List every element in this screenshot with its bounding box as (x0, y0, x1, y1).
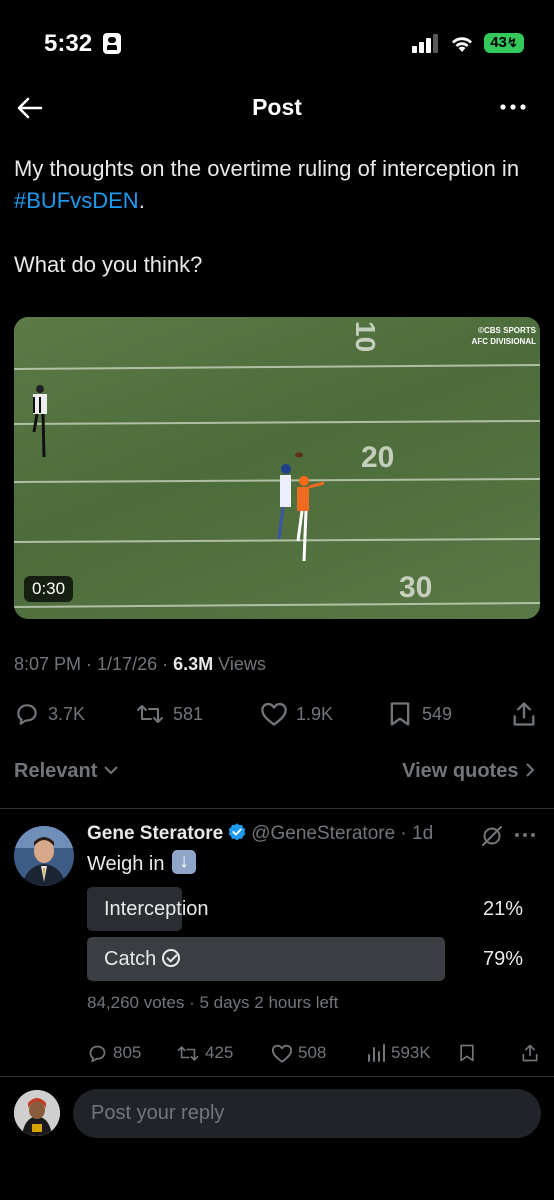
reply-composer[interactable] (73, 1089, 541, 1138)
heart-icon (261, 702, 287, 726)
reply-repost-count: 425 (205, 1043, 234, 1062)
view-quotes-link[interactable]: View quotes (402, 760, 536, 783)
like-button[interactable]: 1.9K (260, 696, 333, 732)
heart-icon (271, 1044, 293, 1063)
repost-icon (137, 705, 163, 723)
check-circle-icon (162, 949, 181, 967)
hashtag-link[interactable]: #BUFvsDEN (14, 188, 139, 213)
wifi-icon (452, 37, 472, 52)
poll-meta: 84,260 votes · 5 days 2 hours left (87, 993, 339, 1012)
poll-percent: 79% (482, 948, 523, 970)
poll-option-interception: Interception 21% (87, 887, 537, 931)
more-options-icon[interactable] (495, 92, 531, 122)
bookmark-button[interactable]: 549 (386, 696, 452, 732)
poll-option-text: Catch (104, 948, 157, 970)
reply-author-name[interactable]: Gene Steratore (87, 823, 223, 844)
poll-time-left: 5 days 2 hours left (199, 993, 339, 1012)
reply-reply-button[interactable]: 805 (87, 1040, 141, 1066)
share-button[interactable] (510, 696, 546, 732)
bookmark-icon (460, 1044, 474, 1062)
reply-text: Weigh in (87, 850, 197, 876)
page-title: Post (252, 94, 302, 120)
analytics-icon (368, 1044, 385, 1062)
poll-option-catch: Catch 79% (87, 937, 537, 981)
svg-text:30: 30 (399, 571, 432, 604)
repost-button[interactable]: 581 (135, 696, 203, 732)
broadcaster-label: ©CBS SPORTS (478, 326, 536, 335)
tweet-text-body: My thoughts on the overtime ruling of in… (14, 156, 520, 181)
bookmark-count: 549 (422, 703, 453, 724)
my-avatar[interactable] (14, 1090, 60, 1136)
verified-badge-icon (228, 823, 246, 841)
poll-option-label: Interception (104, 898, 209, 920)
video-duration: 0:30 (24, 576, 74, 602)
view-count: 6.3M (173, 654, 214, 674)
sort-label: Relevant (14, 760, 98, 782)
reply-author-handle[interactable]: @GeneSteratore (251, 823, 395, 844)
tweet-meta: 8:07 PM · 1/17/26 · 6.3M Views (14, 654, 266, 674)
focus-person-icon (103, 33, 121, 54)
status-time: 5:32 (44, 30, 93, 57)
repost-count: 581 (173, 703, 204, 724)
reply-actions: 805 425 508 593K (0, 1040, 554, 1068)
reply-like-button[interactable]: 508 (271, 1040, 326, 1066)
reply-view-count: 593K (391, 1043, 431, 1062)
poll-percent: 21% (482, 898, 523, 920)
share-icon (513, 702, 535, 726)
reply-bookmark-button[interactable] (457, 1040, 482, 1066)
chevron-right-icon (526, 763, 535, 777)
like-count: 1.9K (296, 703, 334, 724)
status-bar: 5:32 43↯ (0, 0, 554, 80)
video-frame: 10 20 30 (14, 321, 540, 608)
my-avatar-image (14, 1090, 60, 1136)
svg-text:10: 10 (350, 321, 381, 352)
down-arrow-emoji-icon (172, 850, 197, 874)
bookmark-icon (390, 702, 410, 726)
poll-option-label: Catch (104, 937, 181, 981)
share-icon (522, 1044, 538, 1062)
views-label[interactable]: Views (218, 654, 266, 674)
tweet-text: My thoughts on the overtime ruling of in… (14, 153, 544, 217)
reply-input[interactable] (91, 1089, 521, 1138)
reply-count: 3.7K (48, 703, 86, 724)
svg-text:20: 20 (361, 441, 394, 474)
chevron-down-icon (104, 766, 118, 775)
divider (0, 808, 554, 809)
tweet-time: 8:07 PM (14, 654, 82, 674)
divider (0, 1076, 554, 1077)
reply-button[interactable]: 3.7K (14, 696, 85, 732)
tweet-actions: 3.7K 581 1.9K 549 (0, 696, 554, 736)
reply-age: 1d (412, 823, 434, 844)
battery-icon: 43↯ (484, 33, 524, 53)
reply-text-body: Weigh in (87, 853, 165, 875)
tweet-text-end: . (138, 188, 145, 213)
reply-icon (17, 704, 37, 725)
cellular-signal-icon (412, 33, 442, 53)
repost-icon (177, 1045, 199, 1061)
reply-separator: · (395, 823, 413, 844)
avatar-image (14, 826, 74, 886)
top-bar: Post (0, 80, 554, 136)
grok-icon[interactable] (480, 824, 504, 848)
reply-reply-count: 805 (113, 1043, 142, 1062)
broadcast-subtitle: AFC DIVISIONAL (471, 337, 536, 346)
view-quotes-label: View quotes (402, 760, 519, 782)
broadcast-watermark: ©CBS SPORTS AFC DIVISIONAL (472, 325, 536, 347)
reply-header: Gene Steratore @GeneSteratore · 1d (87, 822, 507, 845)
poll-votes: 84,260 votes (87, 993, 185, 1012)
sort-replies-dropdown[interactable]: Relevant (14, 760, 119, 783)
tweet-question: What do you think? (14, 252, 203, 277)
avatar[interactable] (14, 826, 74, 886)
tweet-date: 1/17/26 (97, 654, 158, 674)
reply-repost-button[interactable]: 425 (176, 1040, 233, 1066)
video-player[interactable]: 10 20 30 ©CBS SPORTS AFC DIVISIONAL 0:30 (14, 317, 540, 619)
reply-share-button[interactable] (520, 1040, 545, 1066)
reply-views-button[interactable]: 593K (366, 1040, 431, 1066)
reply-icon (89, 1045, 106, 1062)
reply-like-count: 508 (298, 1043, 327, 1062)
reply-more-icon[interactable] (513, 828, 537, 842)
